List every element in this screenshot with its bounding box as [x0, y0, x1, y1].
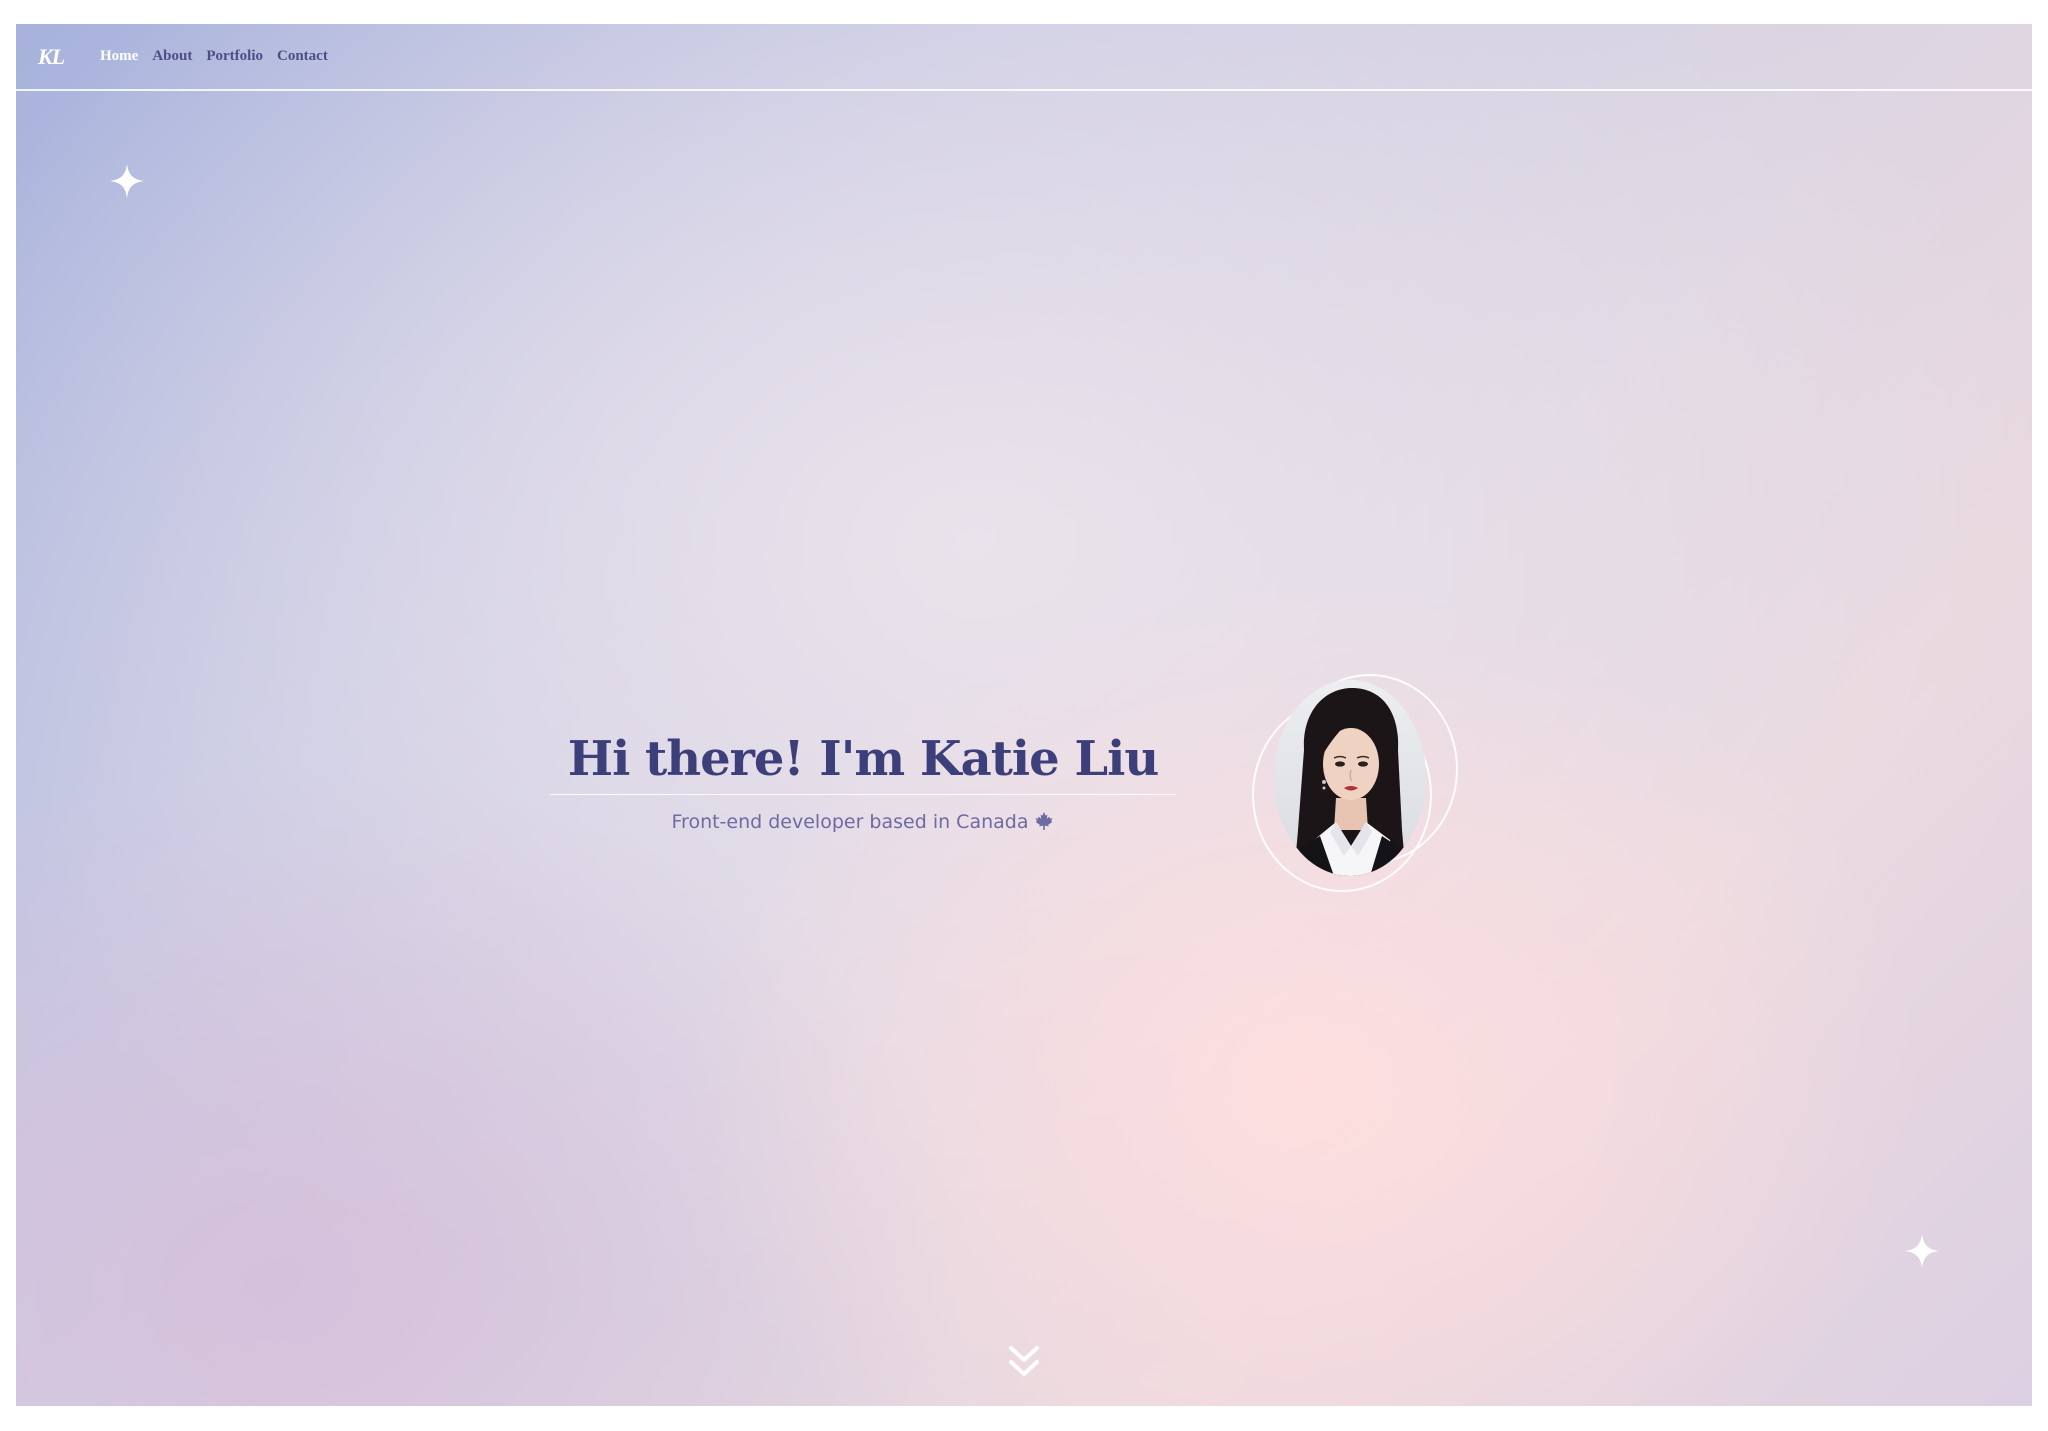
hero-title: Hi there! I'm Katie Liu	[567, 731, 1160, 787]
page-viewport: KL Home About Portfolio Contact Hi there…	[16, 24, 2032, 1406]
hero-subtitle: Front-end developer based in Canada	[550, 811, 1176, 833]
nav-link-portfolio[interactable]: Portfolio	[206, 48, 263, 65]
hero-divider	[550, 794, 1176, 795]
avatar-portrait	[1274, 680, 1426, 876]
double-chevron-down-icon[interactable]	[1007, 1344, 1041, 1382]
hero-text: Hi there! I'm Katie Liu Front-end develo…	[550, 724, 1176, 833]
maple-leaf-icon	[1035, 812, 1054, 830]
nav-link-home[interactable]: Home	[100, 48, 138, 65]
nav-link-about[interactable]: About	[152, 48, 192, 65]
sparkle-icon	[1905, 1234, 1939, 1268]
logo[interactable]: KL	[38, 44, 66, 70]
nav-link-contact[interactable]: Contact	[277, 48, 328, 65]
avatar-group	[1252, 664, 1458, 896]
sparkle-icon	[110, 164, 144, 198]
hero-subtitle-text: Front-end developer based in Canada	[671, 811, 1029, 833]
nav-links: Home About Portfolio Contact	[100, 48, 328, 65]
avatar	[1274, 680, 1426, 876]
navbar: KL Home About Portfolio Contact	[16, 24, 2032, 91]
